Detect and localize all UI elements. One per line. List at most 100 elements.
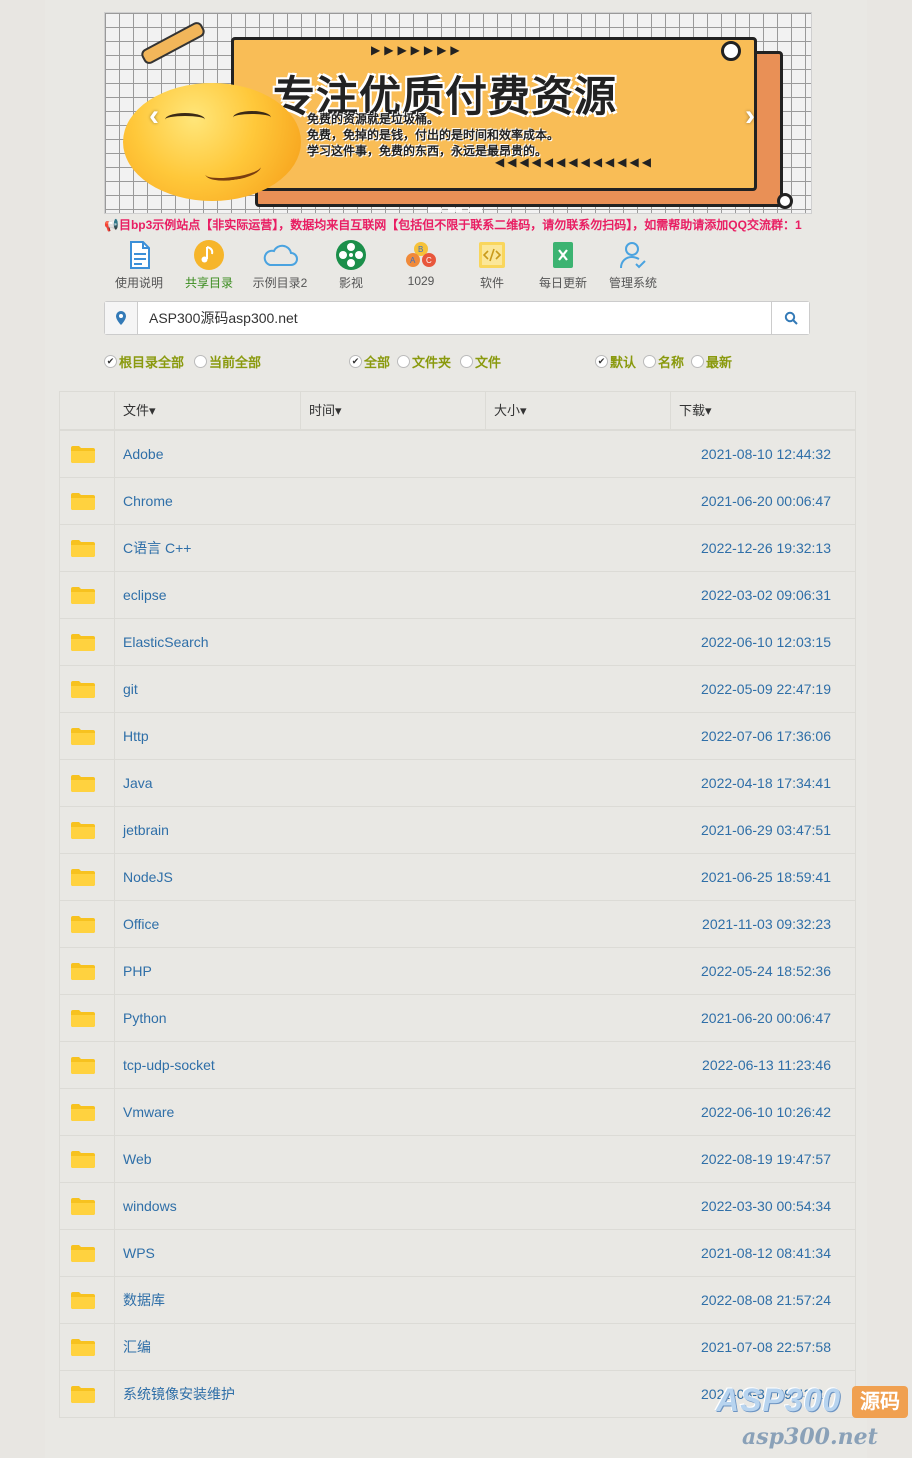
filter-scope-all[interactable]: ✔ 根目录全部 — [104, 352, 184, 371]
file-time: 2022-04-18 17:34:41 — [701, 775, 831, 791]
folder-icon — [71, 493, 95, 510]
file-name-link[interactable]: 汇编 — [123, 1324, 151, 1370]
file-name-link[interactable]: PHP — [123, 948, 152, 994]
folder-icon — [71, 1057, 95, 1074]
document-icon — [130, 241, 150, 269]
location-pin-icon — [105, 302, 138, 334]
file-table: 文件▾ 时间▾ 大小▾ 下载▾ Adobe 2021-08-10 12:44:32… — [59, 391, 856, 1418]
search-button[interactable] — [771, 302, 809, 334]
file-time: 2021-07-08 22:57:58 — [701, 1339, 831, 1355]
nav-item-1029[interactable]: B A C 1029 — [386, 238, 456, 288]
table-row[interactable]: Office 2021-11-03 09:32:23 — [60, 901, 855, 948]
svg-text:C: C — [426, 256, 432, 265]
file-time: 2022-05-09 22:47:19 — [701, 681, 831, 697]
table-row[interactable]: git 2022-05-09 22:47:19 — [60, 666, 855, 713]
folder-icon — [71, 775, 95, 792]
table-row[interactable]: jetbrain 2021-06-29 03:47:51 — [60, 807, 855, 854]
folder-icon — [71, 1198, 95, 1215]
table-row[interactable]: Python 2021-06-20 00:06:47 — [60, 995, 855, 1042]
nav-item-software[interactable]: 软件 — [457, 238, 527, 291]
file-name-link[interactable]: Adobe — [123, 431, 163, 477]
nav-item-example2[interactable]: 示例目录2 — [245, 238, 315, 291]
filter-type-all[interactable]: ✔ 全部 — [349, 352, 390, 371]
carousel-indicators[interactable] — [425, 199, 485, 213]
table-row[interactable]: 汇编 2021-07-08 22:57:58 — [60, 1324, 855, 1371]
file-time: 2022-06-10 12:03:15 — [701, 634, 831, 650]
file-name-link[interactable]: git — [123, 666, 138, 712]
file-name-link[interactable]: Java — [123, 760, 153, 806]
file-name-link[interactable]: C语言 C++ — [123, 525, 191, 571]
chevron-down-icon: ▾ — [705, 403, 712, 418]
file-time: 2021-06-20 00:06:47 — [701, 1010, 831, 1026]
nav-item-admin[interactable]: 管理系统 — [598, 238, 668, 291]
filter-type-folder[interactable]: 文件夹 — [397, 352, 451, 371]
cloud-icon — [263, 244, 298, 266]
sort-newest[interactable]: 最新 — [691, 352, 732, 371]
table-row[interactable]: NodeJS 2021-06-25 18:59:41 — [60, 854, 855, 901]
file-name-link[interactable]: jetbrain — [123, 807, 169, 853]
table-row[interactable]: Vmware 2022-06-10 10:26:42 — [60, 1089, 855, 1136]
table-row[interactable]: windows 2022-03-30 00:54:34 — [60, 1183, 855, 1230]
table-row[interactable]: 数据库 2022-08-08 21:57:24 — [60, 1277, 855, 1324]
table-row[interactable]: C语言 C++ 2022-12-26 19:32:13 — [60, 525, 855, 572]
column-header-time[interactable]: 时间▾ — [300, 392, 485, 429]
folder-icon — [71, 869, 95, 886]
folder-icon — [71, 1292, 95, 1309]
file-time: 2022-08-19 19:47:57 — [701, 1151, 831, 1167]
file-name-link[interactable]: 系统镜像安装维护 — [123, 1371, 235, 1417]
file-name-link[interactable]: NodeJS — [123, 854, 173, 900]
folder-icon — [71, 1245, 95, 1262]
file-name-link[interactable]: eclipse — [123, 572, 167, 618]
column-header-size[interactable]: 大小▾ — [485, 392, 670, 429]
file-name-link[interactable]: Vmware — [123, 1089, 174, 1135]
promo-banner[interactable]: ▶▶▶▶▶▶▶ 专注优质付费资源 免费的资源就是垃圾桶。 免费，免掉的是钱，付出… — [104, 12, 812, 214]
table-row[interactable]: tcp-udp-socket 2022-06-13 11:23:46 — [60, 1042, 855, 1089]
folder-icon — [71, 822, 95, 839]
watermark-logo: ASP300 源码 asp300.net — [716, 1382, 912, 1458]
folder-icon — [71, 446, 95, 463]
film-reel-icon — [336, 240, 366, 270]
table-row[interactable]: Adobe 2021-08-10 12:44:32 — [60, 431, 855, 478]
column-header-download[interactable]: 下载▾ — [670, 392, 855, 429]
nav-item-shared[interactable]: 共享目录 — [174, 238, 244, 291]
file-time: 2022-05-24 18:52:36 — [701, 963, 831, 979]
file-name-link[interactable]: 数据库 — [123, 1277, 165, 1323]
carousel-prev-button[interactable]: ‹ — [149, 99, 159, 133]
sort-name[interactable]: 名称 — [643, 352, 684, 371]
file-time: 2021-08-10 12:44:32 — [701, 446, 831, 462]
table-row[interactable]: eclipse 2022-03-02 09:06:31 — [60, 572, 855, 619]
pencil-icon — [139, 19, 207, 67]
folder-icon — [71, 1010, 95, 1027]
file-name-link[interactable]: ElasticSearch — [123, 619, 209, 665]
file-name-link[interactable]: Python — [123, 995, 167, 1041]
file-name-link[interactable]: windows — [123, 1183, 177, 1229]
table-row[interactable]: Java 2022-04-18 17:34:41 — [60, 760, 855, 807]
table-row[interactable]: Chrome 2021-06-20 00:06:47 — [60, 478, 855, 525]
table-row[interactable]: WPS 2021-08-12 08:41:34 — [60, 1230, 855, 1277]
file-name-link[interactable]: tcp-udp-socket — [123, 1042, 215, 1088]
file-name-link[interactable]: Http — [123, 713, 149, 759]
sort-default[interactable]: ✔ 默认 — [595, 352, 636, 371]
nav-item-usage[interactable]: 使用说明 — [104, 238, 174, 291]
table-row[interactable]: ElasticSearch 2022-06-10 12:03:15 — [60, 619, 855, 666]
carousel-next-button[interactable]: › — [745, 99, 755, 133]
radio-checked: ✔ — [104, 355, 117, 368]
file-name-link[interactable]: Office — [123, 901, 159, 947]
filter-type-file[interactable]: 文件 — [460, 352, 501, 371]
search-input[interactable] — [141, 303, 781, 333]
filter-scope-current[interactable]: 当前全部 — [194, 352, 261, 371]
table-row[interactable]: PHP 2022-05-24 18:52:36 — [60, 948, 855, 995]
nav-item-video[interactable]: 影视 — [316, 238, 386, 291]
folder-icon — [71, 1151, 95, 1168]
file-name-link[interactable]: Web — [123, 1136, 152, 1182]
nav-item-daily-update[interactable]: 每日更新 — [528, 238, 598, 291]
file-time: 2022-03-02 09:06:31 — [701, 587, 831, 603]
file-name-link[interactable]: Chrome — [123, 478, 173, 524]
column-header-file[interactable]: 文件▾ — [114, 392, 300, 429]
table-row[interactable]: Web 2022-08-19 19:47:57 — [60, 1136, 855, 1183]
file-name-link[interactable]: WPS — [123, 1230, 155, 1276]
folder-icon — [71, 916, 95, 933]
table-row[interactable]: Http 2022-07-06 17:36:06 — [60, 713, 855, 760]
folder-icon — [71, 963, 95, 980]
folder-icon — [71, 1104, 95, 1121]
